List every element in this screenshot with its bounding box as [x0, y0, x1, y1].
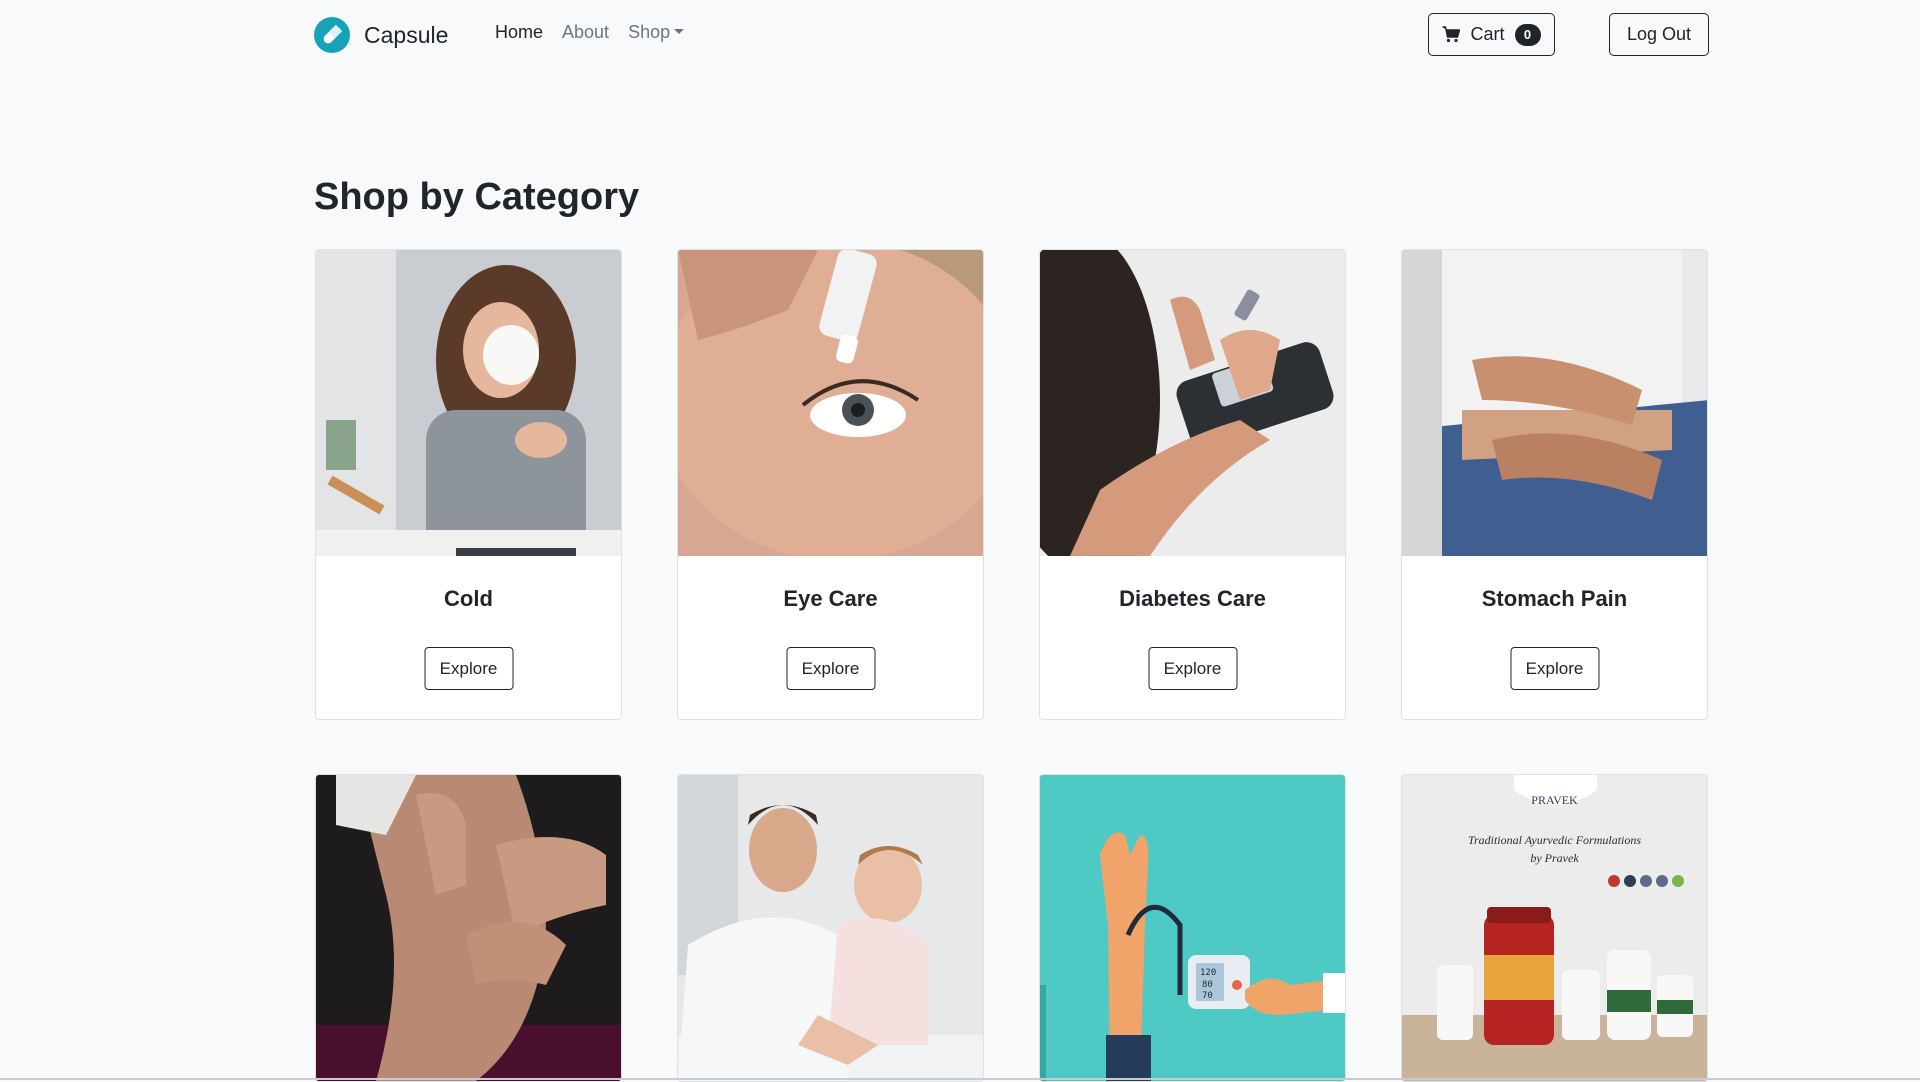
brand-name: Capsule [364, 21, 449, 48]
promo-line-2: by Pravek [1530, 851, 1579, 865]
caret-down-icon [674, 28, 685, 34]
category-card-eye-care: Eye Care Explore [677, 249, 984, 720]
promo-line-1: Traditional Ayurvedic Formulations [1467, 833, 1642, 847]
category-card-baby [677, 774, 984, 1082]
card-body: Diabetes Care Explore [1040, 556, 1345, 719]
card-body: Eye Care Explore [678, 556, 983, 719]
cart-button[interactable]: Cart 0 [1428, 13, 1555, 56]
nav-home[interactable]: Home [495, 22, 543, 43]
shopping-cart-icon [1442, 26, 1461, 43]
brand-link[interactable]: Capsule [314, 17, 448, 53]
nav-shop-label: Shop [628, 22, 671, 42]
knee-pain-category-image [316, 775, 621, 1081]
card-title: Eye Care [783, 586, 878, 611]
category-card-diabetes-care: Diabetes Care Explore [1039, 249, 1346, 720]
promo-brand: PRAVEK [1531, 793, 1578, 807]
category-card-stomach-pain: Stomach Pain Explore [1401, 249, 1708, 720]
cart-count-badge: 0 [1514, 23, 1541, 46]
cold-category-image [316, 250, 621, 556]
stomach-pain-category-image [1402, 250, 1707, 556]
card-body: Stomach Pain Explore [1402, 556, 1707, 719]
svg-text:120: 120 [1200, 968, 1216, 978]
section-title: Shop by Category [314, 176, 640, 218]
diabetes-care-category-image [1040, 250, 1345, 556]
blood-pressure-category-image: 120 80 70 [1040, 775, 1345, 1081]
eye-care-category-image [678, 250, 983, 556]
card-title: Stomach Pain [1481, 586, 1628, 611]
nav-about[interactable]: About [562, 22, 609, 43]
category-card-cold: Cold Explore [315, 249, 622, 720]
doctor-with-baby-category-image [678, 775, 983, 1081]
explore-button-diabetes-care[interactable]: Explore [1148, 647, 1237, 690]
category-card-knee [315, 774, 622, 1082]
nav-shop-dropdown[interactable]: Shop [628, 22, 685, 43]
navbar: Capsule Home About Shop Cart 0 Log Out [0, 0, 1920, 70]
capsule-logo-icon [314, 17, 350, 53]
logout-button[interactable]: Log Out [1609, 13, 1709, 56]
explore-button-cold[interactable]: Explore [424, 647, 513, 690]
explore-button-stomach-pain[interactable]: Explore [1510, 647, 1599, 690]
main-nav: Home About Shop [495, 22, 703, 43]
svg-text:70: 70 [1202, 991, 1213, 1001]
category-card-blood-pressure: 120 80 70 [1039, 774, 1346, 1082]
card-body: Cold Explore [316, 556, 621, 719]
svg-text:80: 80 [1202, 980, 1213, 990]
category-card-ayurvedic: PRAVEK Traditional Ayurvedic Formulation… [1401, 774, 1708, 1082]
ayurvedic-category-image: PRAVEK Traditional Ayurvedic Formulation… [1402, 775, 1707, 1081]
cart-label: Cart [1470, 24, 1505, 44]
card-title: Cold [444, 586, 493, 611]
card-title: Diabetes Care [1119, 586, 1266, 611]
explore-button-eye-care[interactable]: Explore [786, 647, 875, 690]
